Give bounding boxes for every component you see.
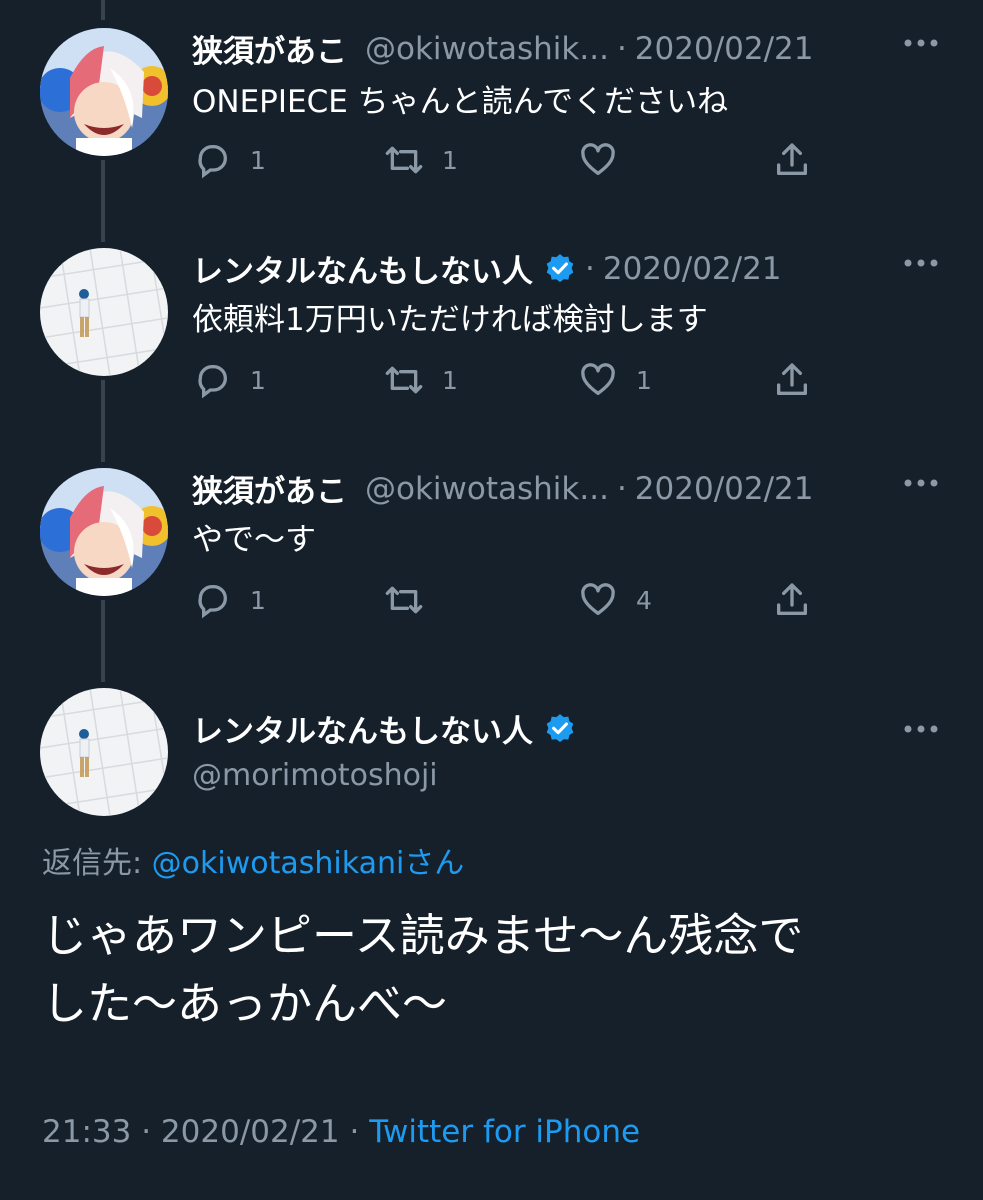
thread-line [101,0,105,20]
like-button[interactable]: 4 [578,580,652,620]
like-count: 1 [636,365,652,395]
like-icon [581,583,615,615]
tweet-date[interactable]: 2020/02/21 [635,471,814,507]
like-icon [581,143,615,175]
reply-mention-suffix: さん [404,846,465,881]
separator: · [616,30,627,67]
reply-count: 1 [250,585,266,615]
separator: · [349,1114,360,1150]
reply-icon [198,145,227,179]
retweet-icon [385,366,423,394]
thread-line [101,380,105,462]
user-handle[interactable]: @okiwotashik... [365,31,609,67]
person-on-tiles-avatar-image [40,688,168,816]
like-icon [581,363,615,395]
share-button[interactable] [772,580,812,620]
user-handle[interactable]: @okiwotashik... [365,471,609,507]
separator: · [141,1114,152,1150]
anime-character-avatar-image [40,28,168,156]
tweet-text: やで〜す [192,522,316,558]
more-icon[interactable] [903,38,939,48]
verified-badge-icon [546,253,574,282]
thread-line [101,600,105,682]
avatar[interactable] [40,28,168,156]
display-name[interactable]: 狭須があこ [192,466,347,511]
tweet-time: 21:33 [42,1114,132,1150]
tweet-actions: 1 1 [192,140,842,184]
reply-icon [198,365,227,399]
tweet-header: 狭須があこ @okiwotashik... · 2020/02/21 [192,466,813,511]
retweet-button[interactable] [384,580,442,620]
reply-count: 1 [250,145,266,175]
tweet-header: 狭須があこ @okiwotashik... · 2020/02/21 [192,26,813,71]
separator: · [616,470,627,507]
retweet-button[interactable]: 1 [384,140,458,180]
share-button[interactable] [772,140,812,180]
reply-button[interactable]: 1 [192,580,266,620]
avatar[interactable] [40,468,168,596]
tweet-date: 2020/02/21 [160,1114,340,1150]
separator: · [585,250,595,287]
share-icon [777,583,807,615]
main-tweet-text-line: した〜あっかんべ〜 [42,977,448,1030]
tweet-actions: 1 4 [192,580,842,624]
more-icon[interactable] [903,258,939,268]
tweet-text: 依頼料1万円いただければ検討します [192,302,708,338]
retweet-count: 1 [442,365,458,395]
like-button[interactable]: 1 [578,360,652,400]
person-on-tiles-avatar-image [40,248,168,376]
reply-icon [198,585,227,619]
reply-mention-link[interactable]: @okiwotashikani [152,846,405,881]
reply-to-label: 返信先: [42,846,143,881]
tweet-meta: 21:33 · 2020/02/21 · Twitter for iPhone [42,1114,640,1150]
display-name[interactable]: レンタルなんもしない人 [192,706,533,751]
thread-line [101,160,105,242]
tweet-text: ONEPIECE ちゃんと読んでくださいね [192,84,729,120]
reply-count: 1 [250,365,266,395]
retweet-count: 1 [442,145,458,175]
tweet-header: レンタルなんもしない人 · 2020/02/21 [192,246,782,291]
avatar[interactable] [40,248,168,376]
tweet-date[interactable]: 2020/02/21 [635,31,814,67]
reply-to-line: 返信先: @okiwotashikaniさん [42,838,464,882]
verified-badge-icon [546,713,574,742]
share-icon [777,363,807,395]
display-name[interactable]: 狭須があこ [192,26,347,71]
tweet-date[interactable]: 2020/02/21 [603,251,782,287]
like-count: 4 [636,585,652,615]
main-tweet-text: じゃあワンピース読みませ〜ん残念で した〜あっかんべ〜 [42,902,942,1038]
avatar[interactable] [40,688,168,816]
like-button[interactable] [578,140,636,180]
reply-button[interactable]: 1 [192,140,266,180]
share-button[interactable] [772,360,812,400]
more-icon[interactable] [903,478,939,488]
main-tweet-text-line: じゃあワンピース読みませ〜ん残念で [42,909,804,962]
share-icon [777,143,807,175]
retweet-button[interactable]: 1 [384,360,458,400]
retweet-icon [385,586,423,614]
tweet-actions: 1 1 1 [192,360,842,404]
client-link[interactable]: Twitter for iPhone [369,1114,640,1150]
display-name[interactable]: レンタルなんもしない人 [192,246,533,291]
more-icon[interactable] [903,724,939,734]
retweet-icon [385,146,423,174]
main-display-name-row: レンタルなんもしない人 [192,706,577,751]
reply-button[interactable]: 1 [192,360,266,400]
anime-character-avatar-image [40,468,168,596]
user-handle[interactable]: @morimotoshoji [192,758,438,793]
